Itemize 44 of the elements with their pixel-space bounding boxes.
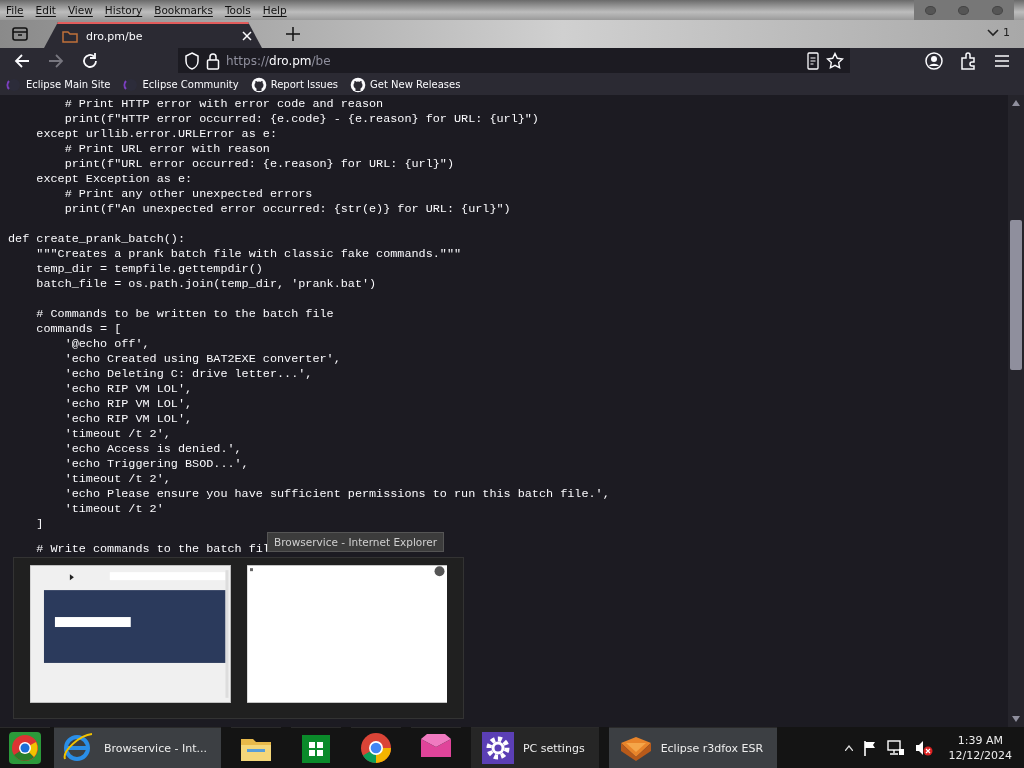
window-title-tooltip: Browservice - Internet Explorer bbox=[267, 532, 445, 552]
taskbar-button[interactable]: Eclipse r3dfox ESR bbox=[608, 727, 778, 768]
reload-icon[interactable] bbox=[80, 51, 100, 71]
menu-item[interactable]: View bbox=[67, 4, 93, 16]
clock[interactable]: 1:39 AM 12/12/2024 bbox=[948, 732, 1012, 763]
window-thumbnail[interactable] bbox=[30, 565, 231, 703]
flag-icon[interactable] bbox=[862, 739, 877, 756]
lock-icon bbox=[206, 51, 220, 70]
scroll-up-icon bbox=[1012, 100, 1020, 106]
shield-icon bbox=[184, 51, 200, 70]
chromium-icon bbox=[8, 731, 42, 765]
tab-list-button[interactable]: 1 bbox=[987, 26, 1010, 39]
menu-item[interactable]: Bookmarks bbox=[154, 4, 213, 16]
bookmark-link[interactable]: Eclipse Main Site bbox=[6, 77, 111, 92]
close-icon[interactable] bbox=[242, 31, 252, 41]
window-thumbnail[interactable] bbox=[246, 565, 447, 703]
new-tab-icon[interactable] bbox=[286, 27, 300, 41]
gear-icon bbox=[480, 731, 515, 765]
scroll-down-icon bbox=[1012, 716, 1020, 722]
code-text: # Print HTTP error with error code and reason print(f"HTTP error occurred: {e.code} - {e.reason} for URL: {url}") except urllib.error.URLError as e: # Print URL error with reason print(f"URL error occurred: {e.reason} for URL: {url}") except Exception as e: # Print any other unexpected errors print(f"An unexpected error occurred: {str(e)} for URL: {url}") def create_prank_batch(): """Creates a prank batch file with classic fake commands.""" temp_dir = tempfile.gettempdir() batch_file = os.path.join(temp_dir, 'prank.bat') # Commands to be written to the batch file commands = [ '@echo off', 'echo Created using BAT2EXE converter', 'echo Deleting C: drive letter...', 'echo RIP VM LOL', 'echo RIP VM LOL', 'echo RIP VM LOL', 'timeout /t 2', 'echo Access is denied.', 'echo Triggering BSOD...', 'timeout /t 2', 'echo Please ensure you have sufficient permissions to run this batch file.', 'timeout /t 2' ] bbox=[7, 96, 610, 532]
menu-item[interactable]: Help bbox=[262, 4, 287, 16]
address-bar[interactable]: https://dro.pm/be bbox=[178, 48, 850, 73]
browser-tab[interactable]: dro.pm/be bbox=[44, 22, 262, 48]
menu-item[interactable]: Tools bbox=[224, 4, 251, 16]
reader-view-icon[interactable] bbox=[806, 51, 820, 70]
account-icon[interactable] bbox=[924, 51, 944, 71]
taskbar-button[interactable]: PC settings bbox=[470, 727, 599, 768]
url-text: https://dro.pm/be bbox=[226, 53, 331, 68]
bookmark-link[interactable]: Eclipse Community bbox=[122, 77, 239, 92]
menu-item[interactable]: Edit bbox=[35, 4, 56, 16]
menu-item[interactable]: History bbox=[104, 4, 143, 16]
chrome-icon bbox=[358, 731, 393, 765]
extensions-icon[interactable] bbox=[958, 51, 978, 71]
taskbar-button[interactable]: Browservice - Int... bbox=[54, 727, 221, 768]
menu-item[interactable]: File bbox=[6, 4, 24, 16]
network-icon[interactable] bbox=[886, 739, 905, 756]
muted-speaker-icon[interactable] bbox=[914, 739, 933, 756]
tab-manager-icon[interactable] bbox=[10, 24, 30, 44]
bookmark-link[interactable]: Report Issues bbox=[250, 76, 339, 93]
chevron-icon bbox=[987, 28, 999, 37]
caret-up-icon[interactable] bbox=[844, 744, 853, 751]
bookmark-link[interactable]: Get New Releases bbox=[350, 76, 461, 93]
scrollbar-thumb[interactable] bbox=[1010, 220, 1022, 370]
star-icon[interactable] bbox=[826, 51, 844, 70]
